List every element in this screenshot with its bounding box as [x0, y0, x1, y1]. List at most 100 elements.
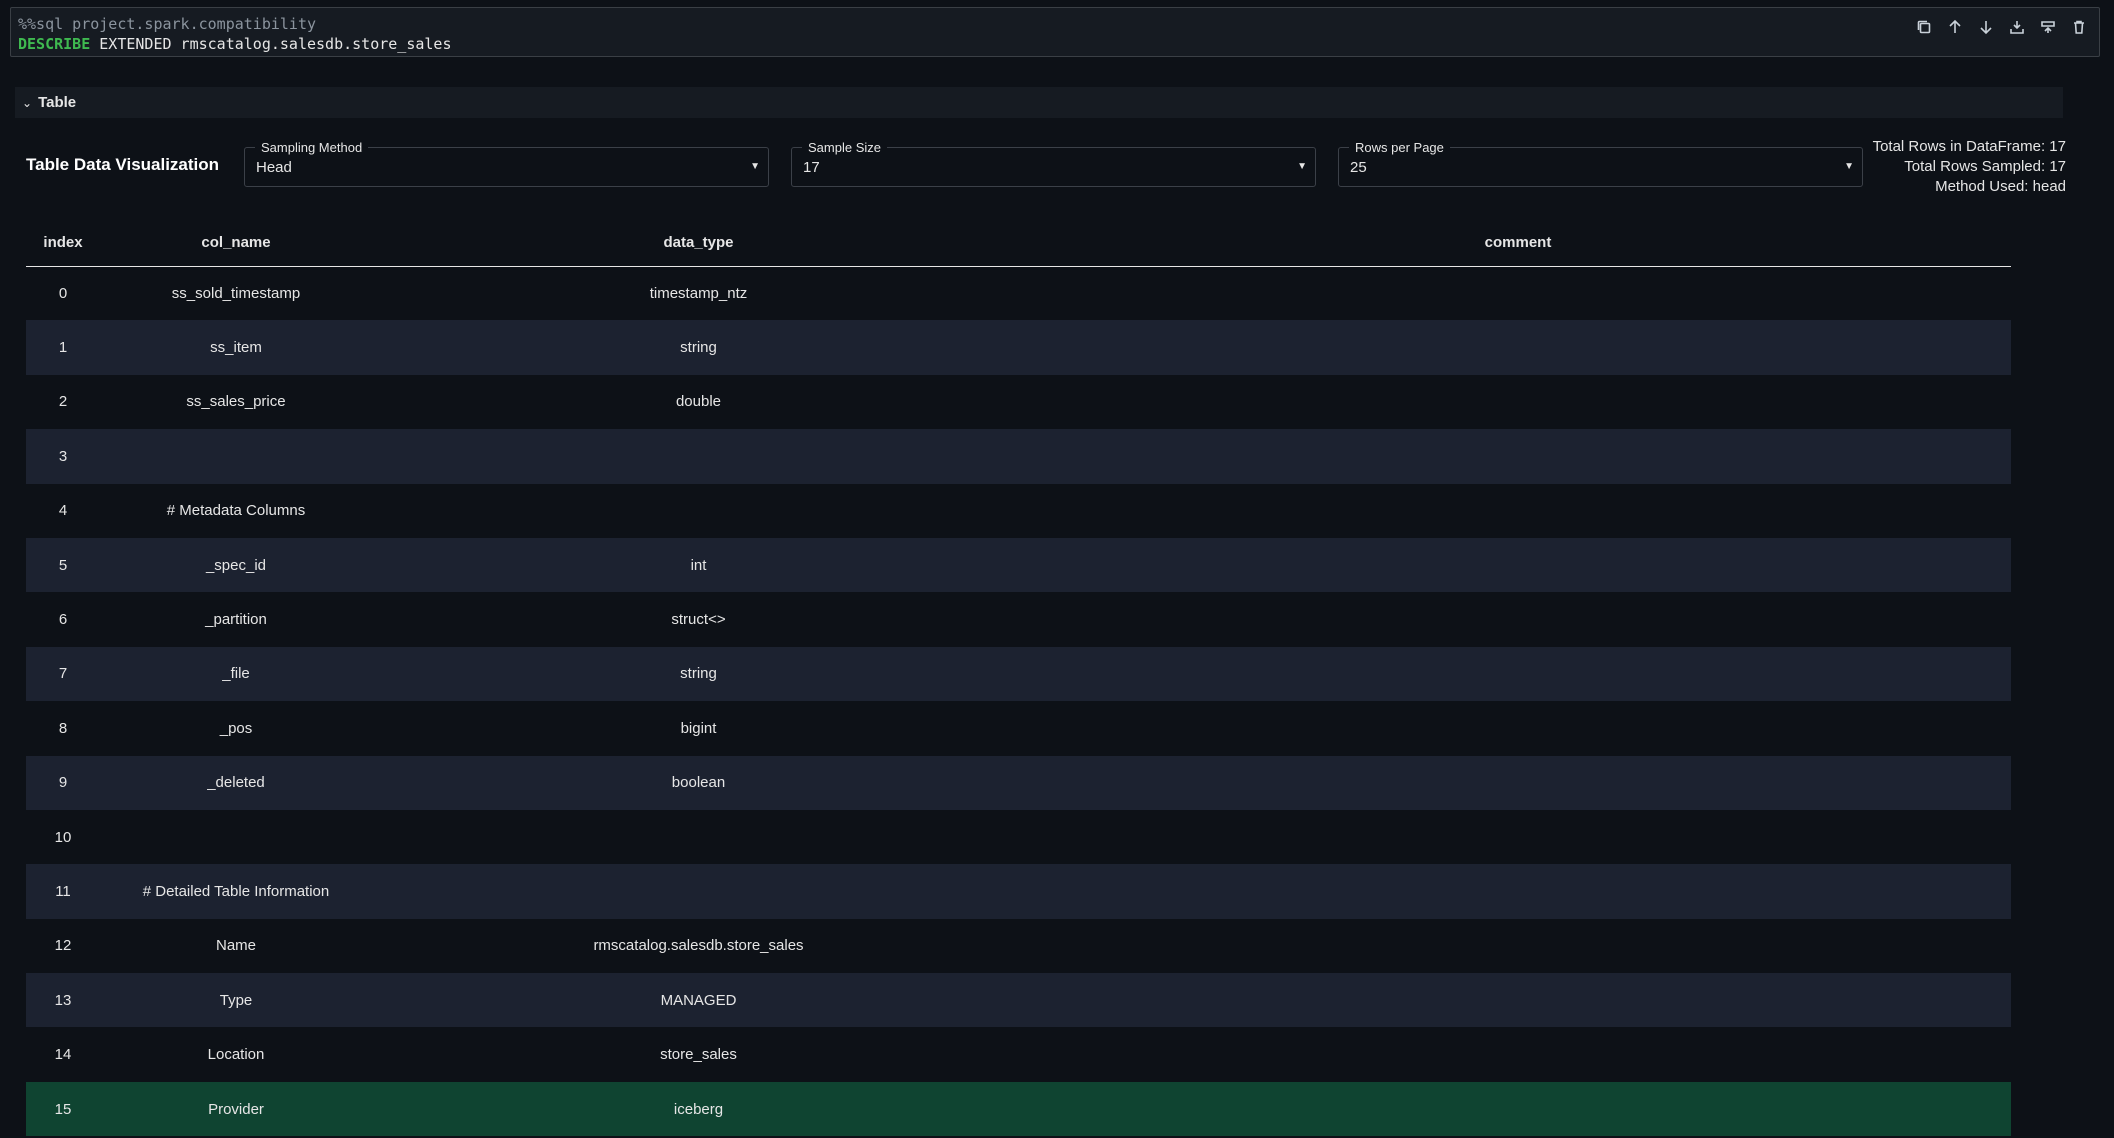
cell-index: 8 — [58, 719, 68, 737]
cell-col-name: ss_sales_price — [186, 393, 286, 411]
section-title: Table — [38, 94, 77, 111]
cell-data-type: double — [675, 393, 722, 411]
cell-index: 2 — [58, 393, 68, 411]
cell-data-type — [372, 864, 1025, 919]
table-row[interactable]: 0 ss_sold_timestamp timestamp_ntz — [26, 266, 2011, 320]
table-row[interactable]: 13 Type MANAGED — [26, 973, 2011, 1028]
cell-index: 15 — [26, 1081, 100, 1137]
cell-data-type: string — [372, 646, 1025, 702]
sampling-method-select[interactable]: Sampling Method Head ▼ — [244, 140, 769, 187]
table-row[interactable]: 11 # Detailed Table Information — [26, 864, 2011, 919]
magic-line: %%sql project.spark.compatibility — [18, 15, 317, 33]
cell-comment — [1025, 810, 2011, 864]
table-row[interactable]: 5 _spec_id int — [26, 537, 2011, 593]
cell-col-name — [100, 429, 372, 484]
cell-col-name: Name — [215, 937, 256, 955]
table-row[interactable]: 14 Location store_sales — [26, 1027, 2011, 1081]
column-header-comment[interactable]: comment — [1025, 220, 2011, 267]
cell-comment — [1025, 1081, 2011, 1137]
dropdown-arrow-icon: ▼ — [1297, 161, 1307, 172]
cell-data-type: boolean — [372, 755, 1025, 810]
cell-comment — [1025, 592, 2011, 646]
table-row[interactable]: 10 — [26, 810, 2011, 864]
viz-controls: Table Data Visualization Sampling Method… — [26, 137, 2066, 197]
cell-comment — [1025, 484, 2011, 538]
insert-below-icon[interactable] — [2006, 16, 2027, 37]
sample-size-select[interactable]: Sample Size 17 ▼ — [791, 140, 1316, 187]
copy-icon[interactable] — [1913, 16, 1934, 37]
insert-above-icon[interactable] — [2037, 16, 2058, 37]
code-editor[interactable]: %%sql project.spark.compatibility DESCRI… — [18, 14, 451, 54]
cell-comment — [1025, 864, 2011, 919]
cell-comment — [1025, 701, 2011, 755]
cell-col-name: # Metadata Columns — [166, 502, 306, 520]
cell-data-type: struct<> — [671, 611, 726, 629]
cell-col-name: # Detailed Table Information — [100, 864, 372, 919]
rows-per-page-select[interactable]: Rows per Page 25 ▼ — [1338, 140, 1863, 187]
cell-index: 12 — [54, 937, 72, 955]
data-table: index col_name data_type comment 0 ss_sol… — [26, 220, 2011, 1137]
cell-index: 6 — [58, 611, 68, 629]
code-cell[interactable]: %%sql project.spark.compatibility DESCRI… — [10, 7, 2100, 57]
table-row[interactable]: 1 ss_item string — [26, 320, 2011, 375]
sampling-stats: Total Rows in DataFrame: 17 Total Rows S… — [1873, 137, 2066, 197]
cell-data-type — [372, 810, 1025, 864]
cell-comment — [1025, 266, 2011, 320]
cell-index: 4 — [58, 502, 68, 520]
cell-comment — [1025, 320, 2011, 375]
column-header-col-name[interactable]: col_name — [100, 220, 372, 267]
cell-col-name: Location — [207, 1046, 265, 1064]
column-header-data-type[interactable]: data_type — [372, 220, 1025, 267]
column-header-index[interactable]: index — [26, 220, 100, 267]
cell-col-name: Provider — [100, 1081, 372, 1137]
total-rows-stat: Total Rows in DataFrame: 17 — [1872, 138, 2066, 155]
table-section-header[interactable]: ⌄ Table — [15, 87, 2063, 118]
cell-index: 1 — [26, 320, 100, 375]
cell-index: 9 — [26, 755, 100, 810]
cell-comment — [1025, 919, 2011, 973]
cell-data-type — [372, 484, 1025, 538]
cell-comment — [1025, 755, 2011, 810]
cell-col-name: ss_sold_timestamp — [171, 284, 301, 302]
table-row[interactable]: 12 Name rmscatalog.salesdb.store_sales — [26, 919, 2011, 973]
cell-col-name: _pos — [219, 719, 253, 737]
cell-comment — [1025, 429, 2011, 484]
method-used-stat: Method Used: head — [1935, 178, 2066, 195]
cell-data-type: string — [372, 320, 1025, 375]
cell-col-name — [100, 810, 372, 864]
table-row[interactable]: 9 _deleted boolean — [26, 755, 2011, 810]
table-header-row: index col_name data_type comment — [26, 220, 2011, 267]
cell-index: 10 — [54, 828, 72, 846]
dropdown-arrow-icon: ▼ — [750, 161, 760, 172]
cell-index: 11 — [26, 864, 100, 919]
cell-data-type: MANAGED — [372, 973, 1025, 1028]
table-row[interactable]: 8 _pos bigint — [26, 701, 2011, 755]
cell-data-type: bigint — [680, 719, 717, 737]
table-row[interactable]: 15 Provider iceberg — [26, 1081, 2011, 1137]
arrow-down-icon[interactable] — [1975, 16, 1996, 37]
table-row[interactable]: 2 ss_sales_price double — [26, 375, 2011, 429]
table-row[interactable]: 4 # Metadata Columns — [26, 484, 2011, 538]
cell-data-type: iceberg — [372, 1081, 1025, 1137]
cell-col-name: _deleted — [100, 755, 372, 810]
table-row[interactable]: 3 — [26, 429, 2011, 484]
cell-col-name: _partition — [205, 611, 267, 629]
cell-data-type: int — [372, 537, 1025, 593]
cell-comment — [1025, 646, 2011, 702]
cell-col-name: _file — [100, 646, 372, 702]
table-row[interactable]: 7 _file string — [26, 646, 2011, 702]
cell-index: 7 — [26, 646, 100, 702]
viz-title: Table Data Visualization — [26, 155, 220, 174]
table-body: 0 ss_sold_timestamp timestamp_ntz 1 ss_item s… — [26, 266, 2011, 1137]
cell-comment — [1025, 973, 2011, 1028]
cell-col-name: _spec_id — [100, 537, 372, 593]
trash-icon[interactable] — [2068, 16, 2089, 37]
cell-index: 14 — [54, 1046, 72, 1064]
arrow-up-icon[interactable] — [1944, 16, 1965, 37]
dropdown-arrow-icon: ▼ — [1844, 161, 1854, 172]
query-line: DESCRIBE EXTENDED rmscatalog.salesdb.sto… — [18, 35, 452, 53]
cell-index: 13 — [26, 973, 100, 1028]
cell-data-type — [372, 429, 1025, 484]
table-row[interactable]: 6 _partition struct<> — [26, 592, 2011, 646]
chevron-down-icon[interactable]: ⌄ — [22, 96, 32, 110]
